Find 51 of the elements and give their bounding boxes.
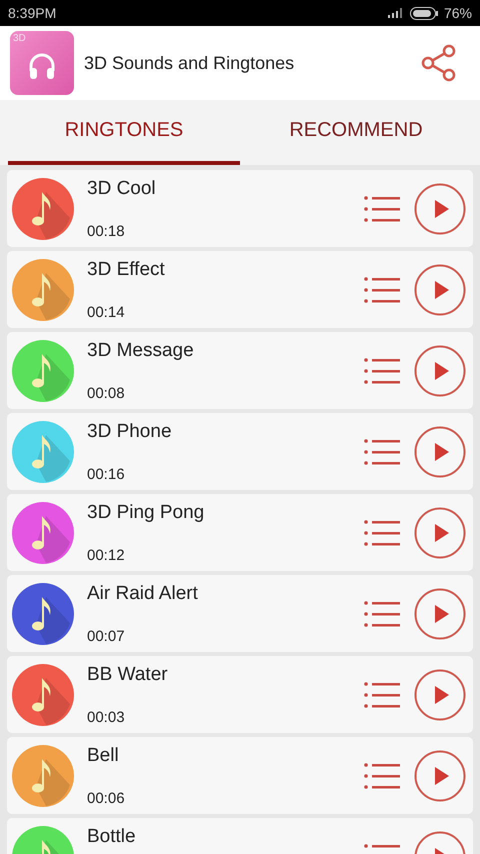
ringtone-duration: 00:07 [87, 628, 126, 644]
play-button[interactable] [414, 750, 466, 802]
ringtone-card[interactable]: 3D Effect 00:14 [7, 251, 473, 328]
ringtone-card[interactable]: BB Water 00:03 [7, 656, 473, 733]
status-time: 8:39PM [8, 5, 56, 21]
share-icon[interactable] [420, 44, 458, 82]
tab[interactable]: RECOMMEND [240, 100, 472, 165]
menu-icon[interactable] [364, 680, 400, 708]
app-title: 3D Sounds and Ringtones [84, 52, 296, 74]
ringtone-card[interactable]: Air Raid Alert 00:07 [7, 575, 473, 652]
play-button[interactable] [414, 182, 466, 234]
ringtone-name: BB Water [87, 664, 169, 686]
ringtone-name: 3D Phone [87, 420, 173, 442]
ringtone-duration: 00:03 [87, 708, 126, 726]
ringtone-card[interactable]: 3D Message 00:08 [7, 332, 473, 409]
menu-icon[interactable] [364, 518, 400, 546]
ringtone-duration: 00:18 [87, 222, 126, 240]
ringtone-name: Bell [87, 744, 120, 766]
ringtone-card[interactable]: Bell 00:06 [7, 737, 473, 814]
play-button[interactable] [414, 426, 466, 478]
menu-icon[interactable] [364, 194, 400, 222]
ringtone-card[interactable]: Bottle [7, 818, 473, 854]
menu-icon[interactable] [364, 356, 400, 384]
battery-level: 76% [444, 5, 472, 21]
ringtone-name: 3D Ping Pong [87, 502, 206, 524]
ringtone-duration: 00:12 [87, 546, 126, 564]
menu-icon[interactable] [364, 438, 400, 466]
menu-icon[interactable] [364, 600, 400, 628]
tab[interactable]: RINGTONES [8, 100, 240, 165]
ringtone-card[interactable]: 3D Phone 00:16 [7, 413, 473, 490]
ringtone-duration: 00:08 [87, 384, 126, 402]
menu-icon[interactable] [364, 276, 400, 304]
play-button[interactable] [414, 264, 466, 316]
menu-icon[interactable] [364, 762, 400, 790]
app-logo: 3D [10, 31, 74, 95]
ringtone-name: Bottle [87, 826, 137, 848]
ringtone-card[interactable]: 3D Cool 00:18 [7, 170, 473, 247]
ringtone-duration: 00:06 [87, 790, 126, 806]
ringtone-name: 3D Message [87, 340, 195, 362]
ringtone-name: 3D Effect [87, 258, 166, 280]
ringtone-duration: 00:16 [87, 466, 126, 482]
ringtone-name: 3D Cool [87, 178, 157, 200]
play-button[interactable] [414, 668, 466, 720]
play-button[interactable] [414, 588, 466, 640]
signal-icon [388, 8, 404, 18]
play-button[interactable] [414, 506, 466, 558]
ringtone-name: Air Raid Alert [87, 582, 199, 604]
ringtone-card[interactable]: 3D Ping Pong 00:12 [7, 494, 473, 571]
ringtone-duration: 00:14 [87, 304, 126, 320]
battery-icon [410, 6, 438, 20]
play-button[interactable] [414, 344, 466, 396]
